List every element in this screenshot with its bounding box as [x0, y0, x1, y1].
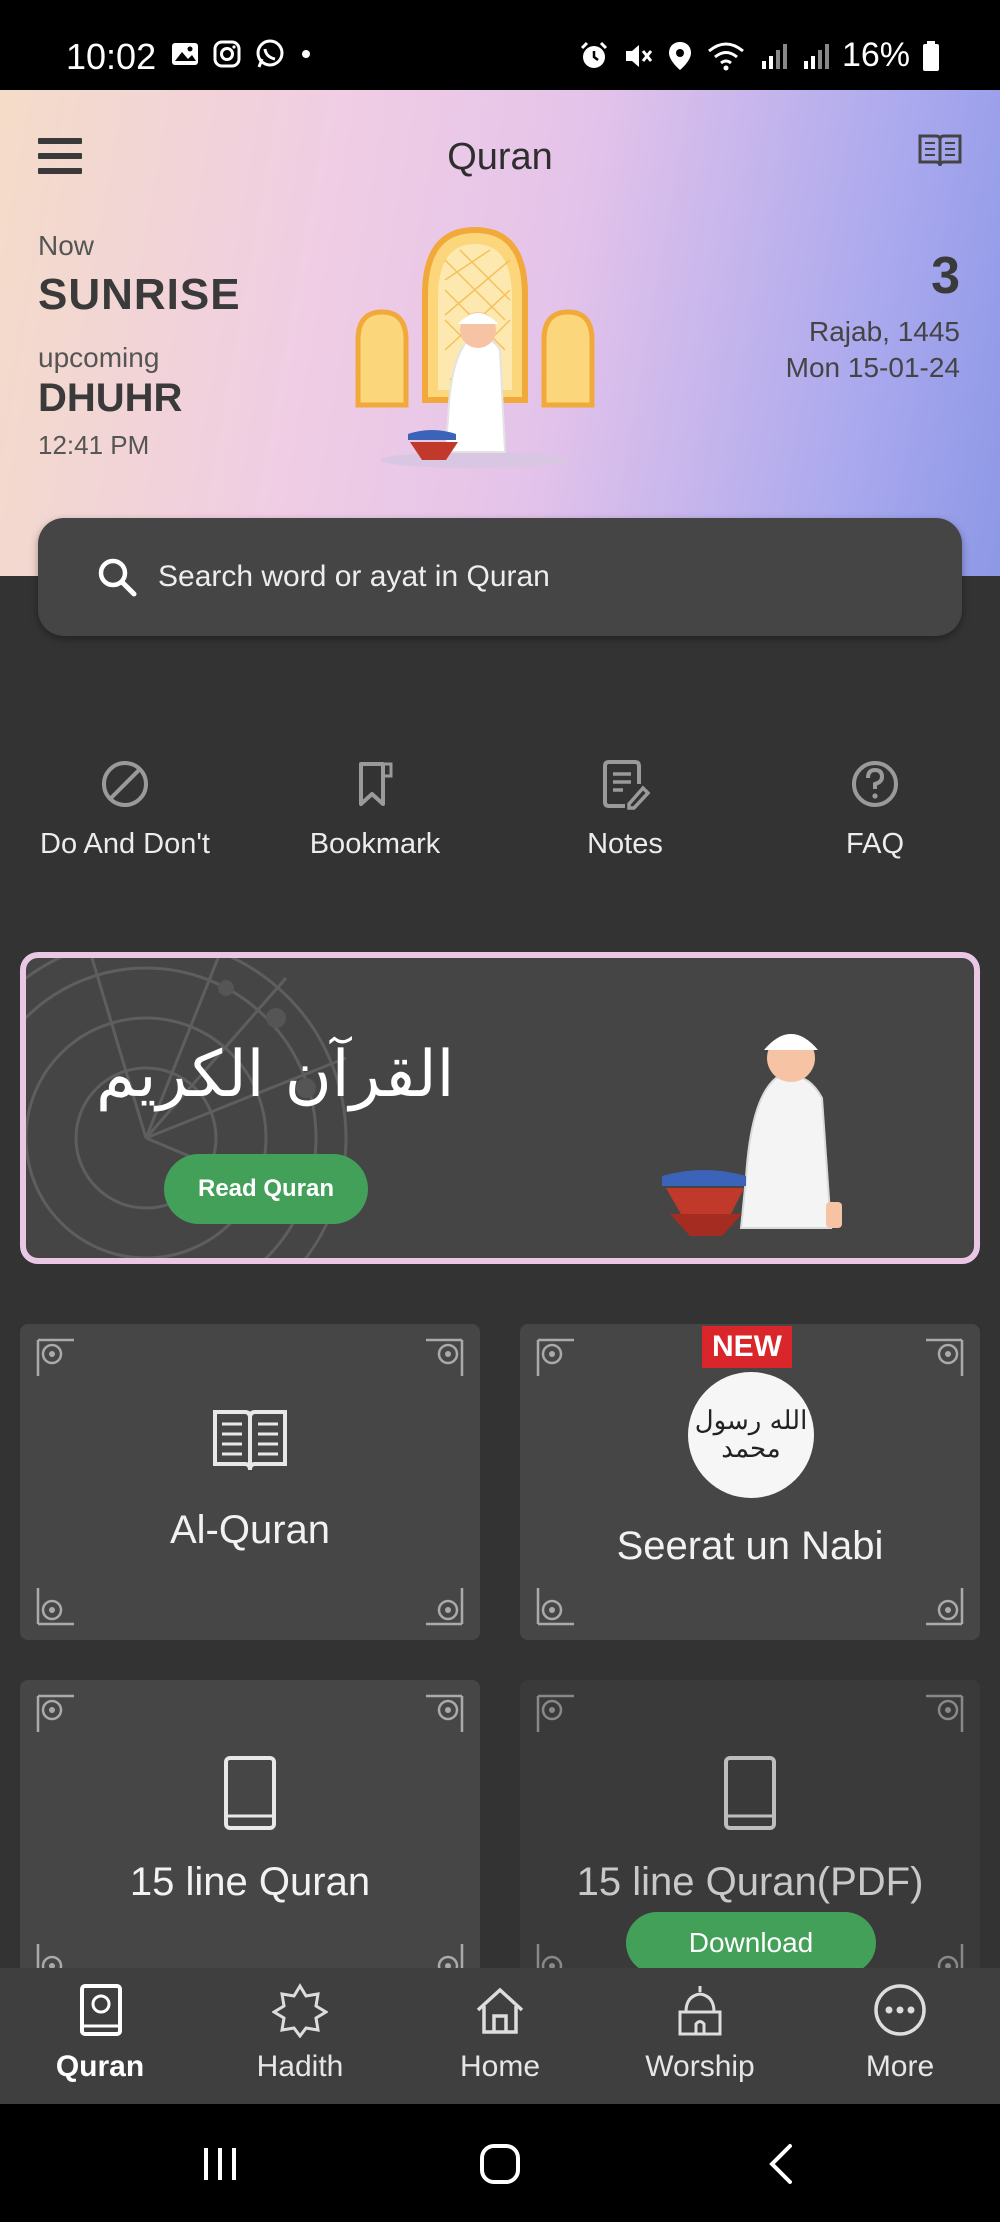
open-book-icon[interactable]: [916, 130, 964, 170]
dot-icon: [302, 50, 310, 58]
reading-illustration: [355, 226, 595, 468]
notification-icons: [170, 38, 314, 70]
ornament-corner: [36, 1694, 74, 1732]
15-line-quran-pdf-card[interactable]: 15 line Quran(PDF) Download: [520, 1680, 980, 1996]
instagram-icon: [213, 40, 241, 68]
15-line-quran-card[interactable]: 15 line Quran: [20, 1680, 480, 1996]
quick-action-do-and-dont[interactable]: Do And Don't: [0, 756, 250, 861]
ornament-corner: [426, 1588, 464, 1626]
prohibited-icon: [102, 761, 148, 807]
quick-action-notes[interactable]: Notes: [500, 756, 750, 861]
ornament-corner: [536, 1694, 574, 1732]
whatsapp-icon: [256, 39, 284, 68]
nav-item-more[interactable]: More: [800, 1968, 1000, 2104]
ornament-corner: [536, 1338, 574, 1376]
ornament-corner: [36, 1338, 74, 1376]
banner-arabic-title: القرآن الكريم: [96, 1038, 455, 1112]
ornament-corner: [926, 1588, 964, 1626]
quick-action-label: Do And Don't: [40, 828, 210, 860]
ornament-corner: [926, 1694, 964, 1732]
bottom-navigation: Quran Hadith Home Worship More: [0, 1968, 1000, 2104]
nav-label: Quran: [55, 2050, 145, 2083]
signal-icon: [803, 43, 829, 69]
system-navigation-bar: [0, 2104, 1000, 2222]
signal-icon: [761, 43, 787, 69]
nav-label: More: [865, 2050, 935, 2083]
seal-emblem: الله رسول محمد: [688, 1372, 814, 1498]
nav-label: Worship: [645, 2050, 755, 2083]
wifi-icon: [707, 42, 744, 70]
current-prayer: SUNRISE: [38, 270, 241, 319]
al-quran-card[interactable]: Al-Quran: [20, 1324, 480, 1640]
card-label: 15 line Quran(PDF): [576, 1860, 924, 1904]
read-quran-banner[interactable]: القرآن الكريم Read Quran: [20, 952, 980, 1264]
recent-apps-icon[interactable]: [190, 2134, 250, 2194]
hijri-month-year: Rajab, 1445: [808, 316, 960, 347]
ornament-corner: [536, 1588, 574, 1626]
faq-icon: [852, 761, 898, 807]
search-input[interactable]: Search word or ayat in Quran: [158, 560, 550, 594]
app-screen: 10:02 16% Quran Now SUNRISE upcoming DHU…: [0, 0, 1000, 2222]
home-button-icon[interactable]: [470, 2134, 530, 2194]
upcoming-prayer-time: 12:41 PM: [38, 430, 150, 460]
mute-icon: [625, 44, 653, 67]
gregorian-date: Mon 15-01-24: [785, 352, 960, 383]
read-quran-button[interactable]: Read Quran: [164, 1154, 368, 1224]
now-label: Now: [38, 230, 95, 261]
ornament-corner: [36, 1588, 74, 1626]
card-label: 15 line Quran: [129, 1860, 371, 1904]
reading-illustration: [662, 1034, 842, 1236]
status-time: 10:02: [66, 36, 157, 77]
nav-item-quran[interactable]: Quran: [0, 1968, 200, 2104]
location-icon: [668, 41, 691, 70]
battery-icon: [923, 40, 939, 71]
search-icon: [98, 558, 137, 597]
card-label: Seerat un Nabi: [616, 1524, 884, 1568]
open-book-icon: [213, 1410, 287, 1471]
notes-icon: [603, 760, 651, 810]
back-icon[interactable]: [752, 2134, 812, 2194]
more-icon: [874, 1984, 926, 2036]
ornament-corner: [426, 1338, 464, 1376]
hijri-day: 3: [931, 247, 960, 305]
page-title: Quran: [447, 136, 553, 178]
seerat-un-nabi-card[interactable]: NEW الله رسول محمد Seerat un Nabi: [520, 1324, 980, 1640]
quran-icon: [80, 1984, 122, 2036]
upcoming-prayer: DHUHR: [38, 376, 183, 420]
ornament-corner: [926, 1338, 964, 1376]
quick-action-label: FAQ: [845, 828, 904, 860]
book-icon: [224, 1756, 276, 1830]
ornament-corner: [426, 1694, 464, 1732]
prayer-header: Quran Now SUNRISE upcoming DHUHR 12:41 P…: [0, 90, 1000, 576]
nav-item-worship[interactable]: Worship: [600, 1968, 800, 2104]
card-label: Al-Quran: [169, 1508, 331, 1552]
bookmark-icon: [359, 762, 393, 806]
alarm-icon: [580, 41, 607, 68]
nav-label: Hadith: [256, 2050, 344, 2083]
book-icon: [724, 1756, 776, 1830]
quick-action-bookmark[interactable]: Bookmark: [250, 756, 500, 861]
search-bar[interactable]: Search word or ayat in Quran: [38, 518, 962, 636]
quick-action-faq[interactable]: FAQ: [750, 756, 1000, 861]
star-icon: [272, 1983, 328, 2038]
upcoming-label: upcoming: [38, 342, 160, 373]
gallery-icon: [172, 43, 198, 65]
quick-action-label: Bookmark: [309, 828, 441, 860]
download-button[interactable]: Download: [626, 1912, 876, 1974]
nav-label: Home: [459, 2050, 541, 2083]
status-bar: 10:02 16%: [0, 0, 1000, 90]
nav-item-hadith[interactable]: Hadith: [200, 1968, 400, 2104]
quick-actions: Do And Don't Bookmark Notes FAQ: [0, 756, 1000, 861]
quick-action-label: Notes: [587, 828, 663, 860]
battery-level: 16%: [841, 36, 910, 74]
new-badge: NEW: [702, 1326, 792, 1368]
system-icons: 16%: [578, 36, 940, 75]
nav-item-home[interactable]: Home: [400, 1968, 600, 2104]
mosque-icon: [678, 1986, 722, 2036]
home-icon: [476, 1987, 524, 2034]
